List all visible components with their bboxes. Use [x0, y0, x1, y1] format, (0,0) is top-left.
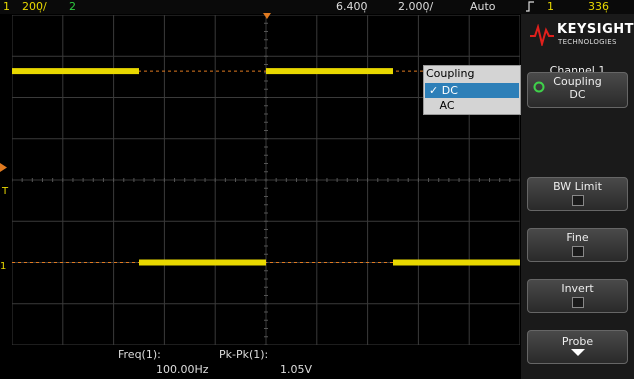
- coupling-option-label: AC: [439, 99, 455, 112]
- trigger-mode[interactable]: Auto: [470, 0, 496, 13]
- measurement-bar: Freq(1): 100.00Hz Pk-Pk(1): 1.05V: [0, 345, 520, 379]
- bw-limit-softkey[interactable]: BW Limit: [527, 177, 628, 211]
- softkey-label: BW Limit: [553, 180, 602, 193]
- fine-softkey[interactable]: Fine: [527, 228, 628, 262]
- pkpk-value: 1.05V: [280, 363, 313, 376]
- brand-name: KEYSIGHT: [557, 22, 634, 37]
- entry-knob-icon: [533, 81, 545, 96]
- softkey-label: Invert: [561, 282, 594, 295]
- coupling-option-ac[interactable]: AC: [425, 98, 519, 113]
- softkey-panel: KEYSIGHT TECHNOLOGIES Channel 1 Coupling…: [521, 14, 634, 379]
- trigger-level[interactable]: 336̩: [588, 0, 609, 13]
- ch1-scale[interactable]: 200̩/: [22, 0, 47, 13]
- checkbox-icon: [571, 246, 584, 257]
- coupling-softkey[interactable]: Coupling DC: [527, 72, 628, 108]
- trigger-level-marker[interactable]: [0, 163, 7, 172]
- arrow-down-icon: [570, 349, 585, 356]
- trigger-source[interactable]: 1: [547, 0, 554, 13]
- waveform-low-segment: [393, 259, 520, 266]
- coupling-option-label: DC: [441, 84, 458, 97]
- check-icon: ✓: [429, 84, 439, 97]
- keysight-logo: KEYSIGHT TECHNOLOGIES: [529, 18, 634, 58]
- waveform-high-segment: [266, 68, 393, 75]
- brand-sub: TECHNOLOGIES: [558, 38, 617, 46]
- ch2-number[interactable]: 2: [69, 0, 76, 13]
- trigger-position-marker: T: [2, 186, 9, 197]
- pkpk-label: Pk-Pk(1):: [219, 348, 269, 361]
- probe-softkey[interactable]: Probe: [527, 330, 628, 364]
- waveform-low-segment: [139, 259, 266, 266]
- freq-label: Freq(1):: [118, 348, 161, 361]
- invert-softkey[interactable]: Invert: [527, 279, 628, 313]
- softkey-label: Fine: [566, 231, 589, 244]
- coupling-option-dc[interactable]: ✓ DC: [425, 83, 519, 98]
- time-scale[interactable]: 2.000̩/: [398, 0, 433, 13]
- status-bar: 1 200̩/ 2 6.400̩ 2.000̩/ Auto 1 336̩: [0, 0, 634, 14]
- ch1-number[interactable]: 1: [3, 0, 10, 13]
- checkbox-icon: [571, 195, 584, 206]
- waveform-high-segment: [12, 68, 139, 75]
- trigger-time-marker[interactable]: [263, 13, 271, 19]
- freq-value: 100.00Hz: [156, 363, 209, 376]
- softkey-label: Probe: [561, 335, 594, 348]
- ch1-ground-marker[interactable]: 1: [0, 261, 6, 272]
- keysight-wave-icon: [530, 24, 554, 46]
- checkbox-icon: [571, 297, 584, 308]
- coupling-menu-title: Coupling: [426, 67, 475, 80]
- coupling-menu: Coupling ✓ DC AC: [423, 65, 521, 115]
- time-delay[interactable]: 6.400̩: [336, 0, 368, 13]
